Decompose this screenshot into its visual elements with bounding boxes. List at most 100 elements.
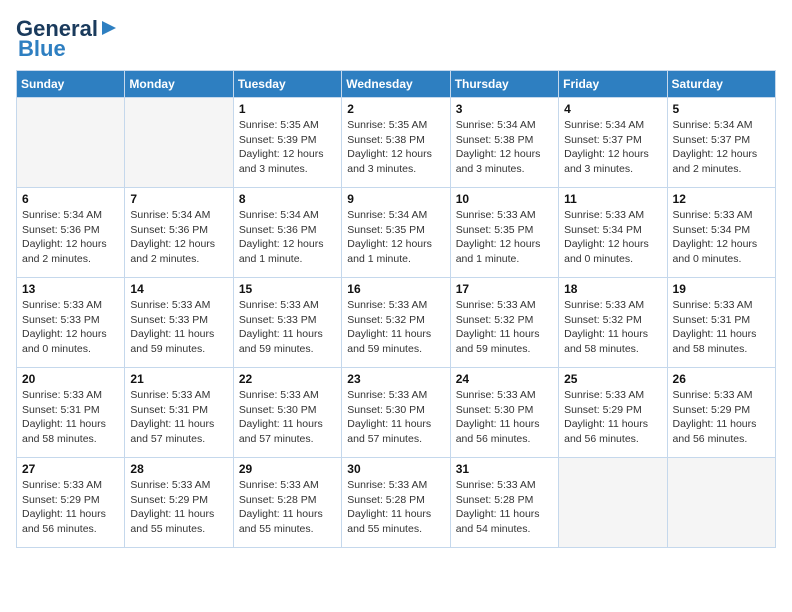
day-number: 18 <box>564 282 661 296</box>
day-info: Sunrise: 5:33 AMSunset: 5:35 PMDaylight:… <box>456 208 553 267</box>
day-info: Sunrise: 5:33 AMSunset: 5:34 PMDaylight:… <box>564 208 661 267</box>
day-info: Sunrise: 5:33 AMSunset: 5:32 PMDaylight:… <box>564 298 661 357</box>
day-info: Sunrise: 5:33 AMSunset: 5:30 PMDaylight:… <box>456 388 553 447</box>
day-number: 30 <box>347 462 444 476</box>
day-number: 16 <box>347 282 444 296</box>
day-number: 12 <box>673 192 770 206</box>
calendar-cell: 9 Sunrise: 5:34 AMSunset: 5:35 PMDaylight… <box>342 188 450 278</box>
day-info: Sunrise: 5:34 AMSunset: 5:36 PMDaylight:… <box>130 208 227 267</box>
calendar-cell: 3 Sunrise: 5:34 AMSunset: 5:38 PMDaylight… <box>450 98 558 188</box>
calendar-cell: 7 Sunrise: 5:34 AMSunset: 5:36 PMDaylight… <box>125 188 233 278</box>
day-info: Sunrise: 5:33 AMSunset: 5:28 PMDaylight:… <box>347 478 444 537</box>
day-number: 25 <box>564 372 661 386</box>
day-info: Sunrise: 5:35 AMSunset: 5:38 PMDaylight:… <box>347 118 444 177</box>
week-row-5: 27 Sunrise: 5:33 AMSunset: 5:29 PMDayligh… <box>17 458 776 548</box>
calendar-cell: 17 Sunrise: 5:33 AMSunset: 5:32 PMDayligh… <box>450 278 558 368</box>
day-info: Sunrise: 5:34 AMSunset: 5:37 PMDaylight:… <box>673 118 770 177</box>
week-row-1: 1 Sunrise: 5:35 AMSunset: 5:39 PMDaylight… <box>17 98 776 188</box>
calendar-table: SundayMondayTuesdayWednesdayThursdayFrid… <box>16 70 776 548</box>
day-header-monday: Monday <box>125 71 233 98</box>
calendar-cell: 29 Sunrise: 5:33 AMSunset: 5:28 PMDayligh… <box>233 458 341 548</box>
day-number: 10 <box>456 192 553 206</box>
day-header-wednesday: Wednesday <box>342 71 450 98</box>
day-number: 17 <box>456 282 553 296</box>
day-info: Sunrise: 5:33 AMSunset: 5:32 PMDaylight:… <box>347 298 444 357</box>
day-header-sunday: Sunday <box>17 71 125 98</box>
day-info: Sunrise: 5:34 AMSunset: 5:35 PMDaylight:… <box>347 208 444 267</box>
calendar-cell: 10 Sunrise: 5:33 AMSunset: 5:35 PMDayligh… <box>450 188 558 278</box>
day-number: 26 <box>673 372 770 386</box>
calendar-cell: 5Sunrise: 5:34 AMSunset: 5:37 PMDaylight… <box>667 98 775 188</box>
calendar-cell: 20 Sunrise: 5:33 AMSunset: 5:31 PMDayligh… <box>17 368 125 458</box>
day-number: 24 <box>456 372 553 386</box>
calendar-cell: 15Sunrise: 5:33 AMSunset: 5:33 PMDayligh… <box>233 278 341 368</box>
calendar-cell <box>125 98 233 188</box>
day-info: Sunrise: 5:34 AMSunset: 5:37 PMDaylight:… <box>564 118 661 177</box>
calendar-cell <box>559 458 667 548</box>
day-number: 20 <box>22 372 119 386</box>
day-info: Sunrise: 5:33 AMSunset: 5:34 PMDaylight:… <box>673 208 770 267</box>
day-info: Sunrise: 5:33 AMSunset: 5:30 PMDaylight:… <box>239 388 336 447</box>
calendar-cell: 18 Sunrise: 5:33 AMSunset: 5:32 PMDayligh… <box>559 278 667 368</box>
day-number: 21 <box>130 372 227 386</box>
calendar-cell: 28 Sunrise: 5:33 AMSunset: 5:29 PMDayligh… <box>125 458 233 548</box>
day-number: 4 <box>564 102 661 116</box>
day-info: Sunrise: 5:33 AMSunset: 5:31 PMDaylight:… <box>673 298 770 357</box>
day-number: 19 <box>673 282 770 296</box>
day-number: 6 <box>22 192 119 206</box>
day-info: Sunrise: 5:33 AMSunset: 5:29 PMDaylight:… <box>673 388 770 447</box>
day-info: Sunrise: 5:33 AMSunset: 5:33 PMDaylight:… <box>130 298 227 357</box>
day-number: 7 <box>130 192 227 206</box>
day-info: Sunrise: 5:33 AMSunset: 5:29 PMDaylight:… <box>564 388 661 447</box>
day-info: Sunrise: 5:33 AMSunset: 5:29 PMDaylight:… <box>130 478 227 537</box>
calendar-cell: 25 Sunrise: 5:33 AMSunset: 5:29 PMDayligh… <box>559 368 667 458</box>
week-row-4: 20 Sunrise: 5:33 AMSunset: 5:31 PMDayligh… <box>17 368 776 458</box>
day-info: Sunrise: 5:35 AMSunset: 5:39 PMDaylight:… <box>239 118 336 177</box>
calendar-cell: 30 Sunrise: 5:33 AMSunset: 5:28 PMDayligh… <box>342 458 450 548</box>
calendar-header-row: SundayMondayTuesdayWednesdayThursdayFrid… <box>17 71 776 98</box>
calendar-cell: 31Sunrise: 5:33 AMSunset: 5:28 PMDayligh… <box>450 458 558 548</box>
calendar-cell: 8Sunrise: 5:34 AMSunset: 5:36 PMDaylight… <box>233 188 341 278</box>
day-info: Sunrise: 5:34 AMSunset: 5:38 PMDaylight:… <box>456 118 553 177</box>
calendar-cell: 21 Sunrise: 5:33 AMSunset: 5:31 PMDayligh… <box>125 368 233 458</box>
day-number: 3 <box>456 102 553 116</box>
calendar-cell: 22Sunrise: 5:33 AMSunset: 5:30 PMDayligh… <box>233 368 341 458</box>
calendar-cell: 26 Sunrise: 5:33 AMSunset: 5:29 PMDayligh… <box>667 368 775 458</box>
day-info: Sunrise: 5:34 AMSunset: 5:36 PMDaylight:… <box>22 208 119 267</box>
day-info: Sunrise: 5:33 AMSunset: 5:32 PMDaylight:… <box>456 298 553 357</box>
day-header-friday: Friday <box>559 71 667 98</box>
day-header-tuesday: Tuesday <box>233 71 341 98</box>
day-header-thursday: Thursday <box>450 71 558 98</box>
week-row-2: 6 Sunrise: 5:34 AMSunset: 5:36 PMDaylight… <box>17 188 776 278</box>
day-number: 29 <box>239 462 336 476</box>
day-number: 1 <box>239 102 336 116</box>
day-info: Sunrise: 5:33 AMSunset: 5:33 PMDaylight:… <box>22 298 119 357</box>
calendar-cell: 19 Sunrise: 5:33 AMSunset: 5:31 PMDayligh… <box>667 278 775 368</box>
day-info: Sunrise: 5:33 AMSunset: 5:28 PMDaylight:… <box>239 478 336 537</box>
logo: General Blue <box>16 16 118 62</box>
calendar-cell: 1 Sunrise: 5:35 AMSunset: 5:39 PMDaylight… <box>233 98 341 188</box>
day-number: 27 <box>22 462 119 476</box>
day-number: 28 <box>130 462 227 476</box>
day-info: Sunrise: 5:33 AMSunset: 5:31 PMDaylight:… <box>130 388 227 447</box>
calendar-cell: 11Sunrise: 5:33 AMSunset: 5:34 PMDayligh… <box>559 188 667 278</box>
day-number: 13 <box>22 282 119 296</box>
day-info: Sunrise: 5:33 AMSunset: 5:28 PMDaylight:… <box>456 478 553 537</box>
calendar-cell: 2Sunrise: 5:35 AMSunset: 5:38 PMDaylight… <box>342 98 450 188</box>
logo-arrow-icon <box>100 19 118 37</box>
calendar-cell: 13 Sunrise: 5:33 AMSunset: 5:33 PMDayligh… <box>17 278 125 368</box>
day-info: Sunrise: 5:33 AMSunset: 5:33 PMDaylight:… <box>239 298 336 357</box>
day-number: 23 <box>347 372 444 386</box>
calendar-cell <box>17 98 125 188</box>
calendar-cell: 4 Sunrise: 5:34 AMSunset: 5:37 PMDaylight… <box>559 98 667 188</box>
day-number: 14 <box>130 282 227 296</box>
week-row-3: 13 Sunrise: 5:33 AMSunset: 5:33 PMDayligh… <box>17 278 776 368</box>
day-header-saturday: Saturday <box>667 71 775 98</box>
calendar-cell: 6 Sunrise: 5:34 AMSunset: 5:36 PMDaylight… <box>17 188 125 278</box>
day-info: Sunrise: 5:33 AMSunset: 5:29 PMDaylight:… <box>22 478 119 537</box>
calendar-cell: 24 Sunrise: 5:33 AMSunset: 5:30 PMDayligh… <box>450 368 558 458</box>
day-info: Sunrise: 5:33 AMSunset: 5:31 PMDaylight:… <box>22 388 119 447</box>
day-number: 9 <box>347 192 444 206</box>
logo-blue: Blue <box>18 36 66 62</box>
calendar-cell: 27 Sunrise: 5:33 AMSunset: 5:29 PMDayligh… <box>17 458 125 548</box>
